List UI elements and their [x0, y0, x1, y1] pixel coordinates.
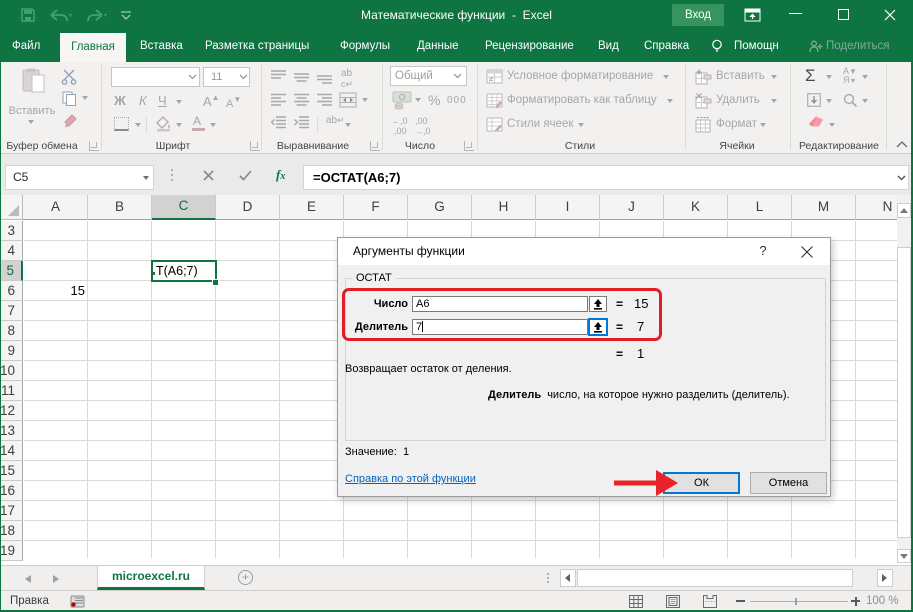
svg-text:≠: ≠	[489, 75, 494, 84]
